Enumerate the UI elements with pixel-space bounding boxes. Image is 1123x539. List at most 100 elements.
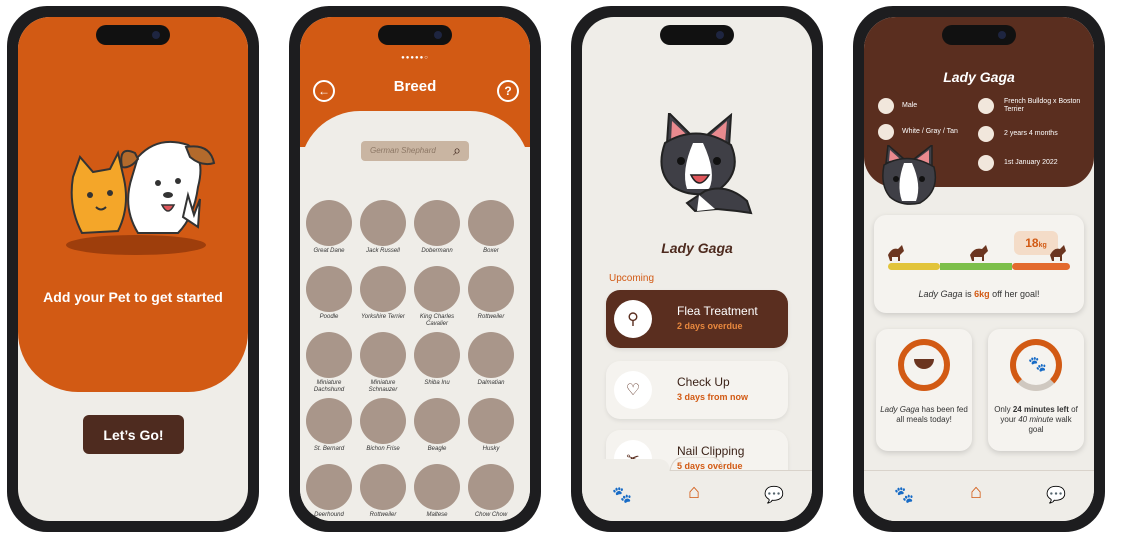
dashboard-screen: Lady Gaga Male French Bulldog x Boston T…	[864, 17, 1094, 521]
paw-icon[interactable]: 🐾	[894, 485, 914, 505]
breed-avatar	[414, 332, 460, 378]
breed-label: Maltese	[426, 512, 448, 518]
walk-pre: Only	[994, 405, 1013, 414]
breed-search-input[interactable]: German Shephard ⌕	[361, 141, 469, 161]
breed-option[interactable]: St. Bernard	[303, 398, 355, 453]
nav-tab-notch	[582, 457, 725, 472]
breed-option[interactable]: Poodle	[303, 266, 355, 321]
breed-option[interactable]: Husky	[465, 398, 517, 453]
breed-option[interactable]: Dobermann	[411, 200, 463, 255]
goal-pet-name: Lady Gaga	[918, 289, 963, 299]
task-due: 3 days from now	[677, 392, 749, 402]
breed-avatar	[414, 464, 460, 510]
breed-option[interactable]: Boxer	[465, 200, 517, 255]
phone-frame-pet-profile: Lady Gaga Upcoming ⚲ Flea Treatment 2 days…	[571, 6, 823, 532]
breed-label: Chow Chow	[474, 512, 508, 518]
breed-label: Poodle	[319, 314, 339, 320]
upcoming-label: Upcoming	[609, 273, 655, 284]
goal-kg: 6kg	[974, 289, 990, 299]
breed-avatar	[468, 200, 514, 246]
task-card[interactable]: ⚲ Flea Treatment 2 days overdue	[606, 290, 788, 348]
breed-option[interactable]: Maltese	[411, 464, 463, 519]
page-title: Breed	[393, 78, 437, 95]
lets-go-button[interactable]: Let’s Go!	[83, 415, 184, 454]
task-title: Flea Treatment	[677, 304, 758, 318]
breed-label: Dobermann	[421, 248, 453, 254]
task-due: 2 days overdue	[677, 321, 743, 331]
breed-option[interactable]: Jack Russell	[357, 200, 409, 255]
breed-option[interactable]: Beagle	[411, 398, 463, 453]
pet-name: Lady Gaga	[943, 69, 1015, 85]
question-icon: ?	[504, 84, 512, 98]
breed-label: Beagle	[427, 446, 447, 452]
dynamic-island	[378, 25, 452, 45]
breed-label: Husky	[482, 446, 500, 452]
phone-frame-dashboard: Lady Gaga Male French Bulldog x Boston T…	[853, 6, 1105, 532]
dog-silhouettes	[888, 245, 1066, 261]
breed-option[interactable]: Bichon Frise	[357, 398, 409, 453]
pets-illustration	[66, 141, 216, 255]
walk-text: Only 24 minutes left of your 40 minute w…	[992, 405, 1080, 435]
breed-option[interactable]: Dalmatian	[465, 332, 517, 387]
goal-is: is	[962, 289, 975, 299]
home-icon[interactable]: ⌂	[970, 481, 982, 504]
calendar-icon	[978, 126, 994, 142]
breed-label: Deerhound	[314, 512, 344, 518]
weight-goal-card[interactable]: 18kg Lady Gaga is 6kg off her goal!	[874, 215, 1084, 313]
breed-avatar	[360, 464, 406, 510]
breed-label: Miniature Schnauzer	[368, 380, 398, 393]
breed-avatar	[414, 200, 460, 246]
breed-avatar	[468, 332, 514, 378]
progress-dots: ●●●●●○	[401, 55, 429, 61]
breed-option[interactable]: Great Dane	[303, 200, 355, 255]
breed-option[interactable]: Rottweiler	[465, 266, 517, 321]
breed-label: St. Bernard	[313, 446, 345, 452]
breed-label: Great Dane	[313, 248, 345, 254]
breed-avatar	[360, 200, 406, 246]
welcome-screen: Add your Pet to get started Let’s Go!	[18, 17, 248, 521]
breed-option[interactable]: Miniature Dachshund	[303, 332, 355, 394]
meals-pet-name: Lady Gaga	[880, 405, 920, 414]
breed-label: Shiba Inu	[424, 380, 450, 386]
chat-icon[interactable]: 💬	[1046, 485, 1066, 505]
breed-option[interactable]: Shiba Inu	[411, 332, 463, 387]
walk-total: 40 minute	[1018, 415, 1054, 424]
breed-label: Miniature Dachshund	[313, 380, 345, 393]
paw-icon[interactable]: 🐾	[612, 485, 632, 505]
walk-left: left	[1054, 405, 1069, 414]
breed-option[interactable]: Yorkshire Terrier	[357, 266, 409, 321]
home-icon[interactable]: ⌂	[688, 481, 700, 504]
welcome-hero	[18, 17, 248, 392]
breed-option[interactable]: Miniature Schnauzer	[357, 332, 409, 394]
pet-name: Lady Gaga	[661, 240, 733, 256]
breed-option[interactable]: Chow Chow	[465, 464, 517, 519]
dog-illustration	[660, 113, 753, 215]
dynamic-island	[96, 25, 170, 45]
breed-label: Yorkshire Terrier	[361, 314, 405, 320]
help-button[interactable]: ?	[497, 80, 519, 102]
pet-birthday: 1st January 2022	[1004, 159, 1058, 166]
phone-frame-welcome: Add your Pet to get started Let’s Go!	[7, 6, 259, 532]
breed-avatar	[306, 266, 352, 312]
walk-card[interactable]: 🐾 Only 24 minutes left of your 40 minute…	[988, 329, 1084, 451]
chat-icon[interactable]: 💬	[764, 485, 784, 505]
task-card[interactable]: ♡ Check Up 3 days from now	[606, 361, 788, 419]
paw-icon	[978, 98, 994, 114]
breed-avatar	[306, 332, 352, 378]
breed-label: Bichon Frise	[366, 446, 400, 452]
breed-avatar	[306, 200, 352, 246]
meals-card[interactable]: Lady Gaga has been fed all meals today!	[876, 329, 972, 451]
phone-frame-breed: ●●●●●○ ← Breed ? German Shephard ⌕ Great…	[289, 6, 541, 532]
pet-breed: French Bulldog x Boston Terrier	[1004, 98, 1081, 113]
breed-avatar	[360, 398, 406, 444]
heart-plus-icon: ♡	[614, 371, 652, 409]
breed-avatar	[306, 398, 352, 444]
breed-avatar	[360, 266, 406, 312]
breed-option[interactable]: Rottweiler	[357, 464, 409, 519]
weight-goal-text: Lady Gaga is 6kg off her goal!	[874, 289, 1084, 299]
breed-avatar	[360, 332, 406, 378]
sex-icon	[878, 98, 894, 114]
pet-avatar	[882, 145, 937, 205]
breed-option[interactable]: King Charles Cavalier	[411, 266, 463, 328]
breed-option[interactable]: Deerhound	[303, 464, 355, 519]
